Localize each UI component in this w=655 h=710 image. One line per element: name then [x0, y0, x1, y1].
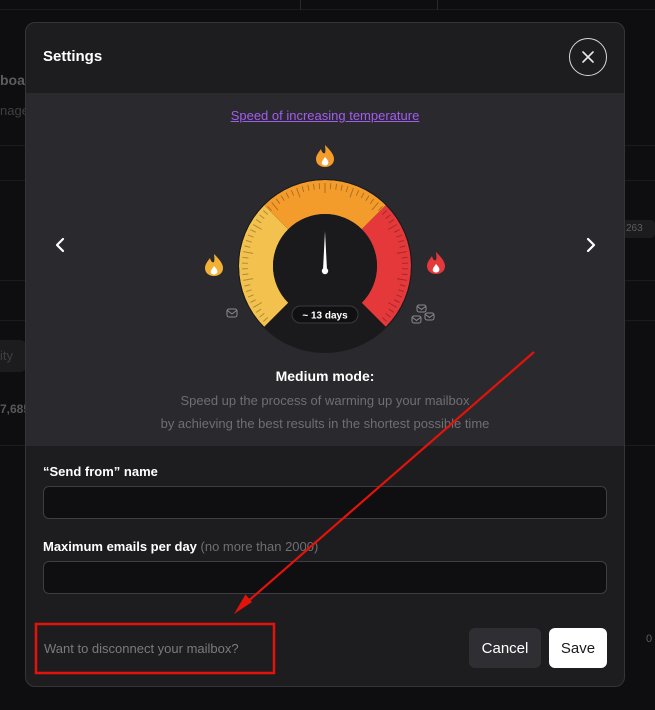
save-button[interactable]: Save [549, 628, 607, 668]
send-from-label: “Send from” name [43, 464, 158, 479]
gauge-base [267, 326, 383, 349]
mode-description: Speed up the process of warming up your … [180, 393, 470, 408]
gauge-tick [401, 273, 408, 276]
max-emails-note: (no more than 2000) [200, 539, 319, 554]
disconnect-mailbox-link[interactable]: Want to disconnect your mailbox? [44, 641, 239, 656]
gauge-tick [242, 273, 249, 276]
envelope-icon [416, 304, 427, 313]
mode-description: by achieving the best results in the sho… [160, 416, 490, 431]
flame-icon [205, 254, 223, 276]
envelope-icon [411, 315, 422, 324]
days-label: ~ 13 days [302, 311, 348, 322]
close-button[interactable] [569, 38, 607, 76]
bg-divider [300, 0, 301, 10]
gauge-needle-pivot [321, 267, 329, 275]
speed-panel: Speed of increasing temperature ~ 13 day… [26, 93, 624, 446]
settings-modal: Settings Speed of increasing temperature [25, 22, 625, 687]
max-emails-label: Maximum emails per day (no more than 200… [43, 539, 318, 554]
gauge-tick [401, 256, 408, 259]
close-icon [582, 51, 594, 63]
send-from-input[interactable] [43, 486, 607, 519]
gauge-tick [242, 256, 249, 259]
bg-tab: ity [0, 340, 26, 372]
envelope-icon [226, 308, 238, 318]
bg-page-title: boa [0, 72, 25, 88]
flame-icon [316, 145, 334, 167]
bg-badge: 263 [622, 220, 655, 238]
max-emails-input[interactable] [43, 561, 607, 594]
modal-title: Settings [43, 48, 103, 65]
flame-icon [427, 252, 445, 274]
max-emails-label-text: Maximum emails per day [43, 539, 197, 554]
bg-divider [0, 9, 655, 10]
cancel-button[interactable]: Cancel [469, 628, 541, 668]
temperature-gauge: ~ 13 days [205, 145, 445, 353]
bg-value: 0 [646, 633, 653, 645]
envelope-icon [424, 312, 435, 321]
bg-divider [437, 0, 438, 10]
mode-title: Medium mode: [275, 368, 375, 384]
